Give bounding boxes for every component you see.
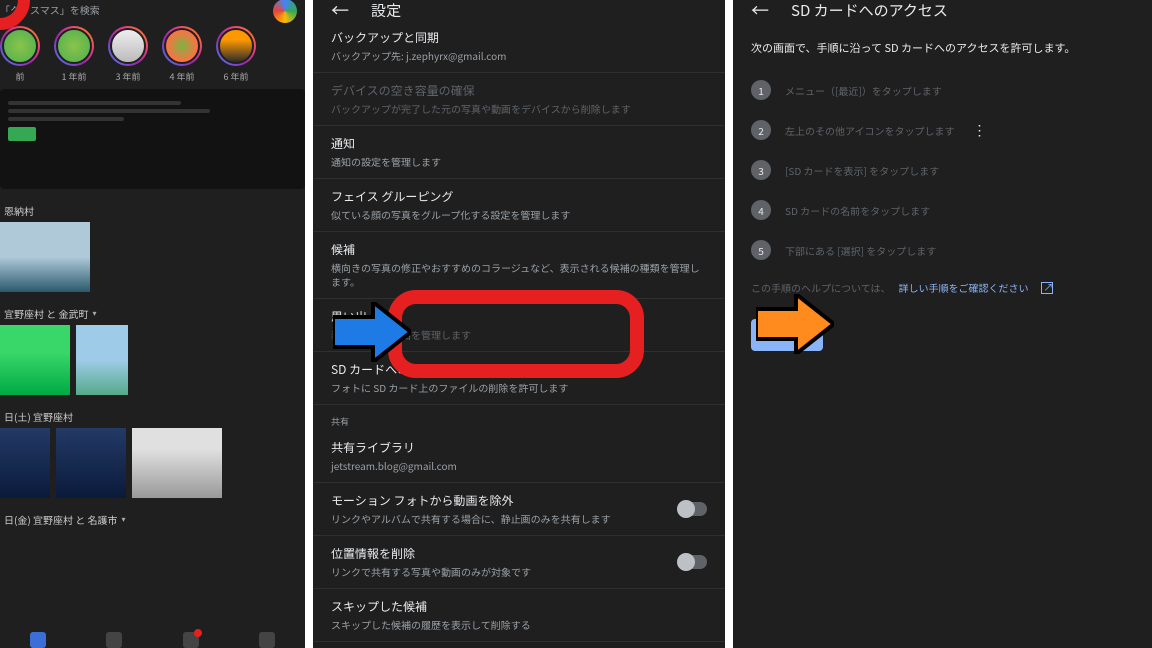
top-bar: 「クリスマス」を検索 xyxy=(0,0,305,16)
settings-group-label: GOOGLE アプリ xyxy=(313,642,725,648)
photos-app-panel: 「クリスマス」を検索 前 1 年前 3 年前 4 年前 6 年前 恩納村 宜野座… xyxy=(0,0,313,648)
settings-item-sub: バックアップが完了した元の写真や動画をデバイスから削除します xyxy=(331,102,707,116)
settings-item-sub: jetstream.blog@gmail.com xyxy=(331,459,707,473)
settings-item-title: 共有ライブラリ xyxy=(331,439,707,456)
settings-item-title: デバイスの空き容量の確保 xyxy=(331,82,707,99)
settings-item-title: バックアップと同期 xyxy=(331,29,707,46)
step-text: メニュー（[最近]）をタップします xyxy=(785,83,942,98)
sd-header: ← SD カードへのアクセス xyxy=(733,0,1152,20)
settings-item-sub: 横向きの写真の修正やおすすめのコラージュなど、表示される候補の種類を管理します。 xyxy=(331,261,707,289)
chevron-down-icon: ▾ xyxy=(121,514,125,525)
settings-item-title: スキップした候補 xyxy=(331,598,707,615)
story-label: 6 年前 xyxy=(223,70,248,83)
settings-item-sub: バックアップ先: j.zephyrx@gmail.com xyxy=(331,49,707,63)
settings-item-remove-location[interactable]: 位置情報を削除 リンクで共有する写真や動画のみが対象です xyxy=(313,536,725,589)
blue-arrow-icon xyxy=(333,302,411,362)
settings-item-title: モーション フォトから動画を除外 xyxy=(331,492,707,509)
settings-item-shared-library[interactable]: 共有ライブラリ jetstream.blog@gmail.com xyxy=(313,430,725,483)
settings-item-face-grouping[interactable]: フェイス グルーピング 似ている顔の写真をグループ化する設定を管理します xyxy=(313,179,725,232)
step-text: [SD カードを表示] をタップします xyxy=(785,163,939,178)
settings-item-suggestions[interactable]: 候補 横向きの写真の修正やおすすめのコラージュなど、表示される候補の種類を管理し… xyxy=(313,232,725,299)
step-text: 下部にある [選択] をタップします xyxy=(785,243,936,258)
nav-search-icon[interactable] xyxy=(106,632,122,648)
section-header: 恩納村 xyxy=(0,197,305,222)
photo-thumb[interactable] xyxy=(76,325,128,395)
orange-arrow-icon xyxy=(756,294,834,354)
story-item[interactable]: 3 年前 xyxy=(108,26,148,83)
settings-item-title: 通知 xyxy=(331,135,707,152)
thumb-row xyxy=(0,222,305,300)
photo-thumb[interactable] xyxy=(0,222,90,292)
photo-thumb[interactable] xyxy=(132,428,222,498)
settings-item-sub: スキップした候補の履歴を表示して削除する xyxy=(331,618,707,632)
step-row: 1 メニュー（[最近]）をタップします xyxy=(751,80,1134,100)
open-external-icon xyxy=(1041,282,1053,294)
settings-item-sub: リンクやアルバムで共有する場合に、静止画のみを共有します xyxy=(331,512,707,526)
thumb-row xyxy=(0,428,305,506)
step-number: 2 xyxy=(751,120,771,140)
story-label: 1 年前 xyxy=(61,70,86,83)
header-title: SD カードへのアクセス xyxy=(791,0,948,21)
hint-link[interactable]: 詳しい手順をご確認ください xyxy=(899,280,1029,295)
story-item[interactable]: 1 年前 xyxy=(54,26,94,83)
settings-item-motion-exclude[interactable]: モーション フォトから動画を除外 リンクやアルバムで共有する場合に、静止画のみを… xyxy=(313,483,725,536)
step-text: 左上のその他アイコンをタップします xyxy=(785,123,955,138)
settings-item-sub: 通知の設定を管理します xyxy=(331,155,707,169)
story-item[interactable]: 6 年前 xyxy=(216,26,256,83)
step-number: 3 xyxy=(751,160,771,180)
settings-item-backup[interactable]: バックアップと同期 バックアップ先: j.zephyrx@gmail.com xyxy=(313,20,725,73)
settings-item-freeup[interactable]: デバイスの空き容量の確保 バックアップが完了した元の写真や動画をデバイスから削除… xyxy=(313,73,725,126)
step-text: SD カードの名前をタップします xyxy=(785,203,930,218)
nav-sharing-icon[interactable] xyxy=(183,632,199,648)
settings-item-sub: フォトに SD カード上のファイルの削除を許可します xyxy=(331,381,707,395)
settings-group-label: 共有 xyxy=(313,405,725,430)
step-row: 3 [SD カードを表示] をタップします xyxy=(751,160,1134,180)
section-header: 宜野座村 と 金武町▾ xyxy=(0,300,305,325)
settings-item-sub: 似ている顔の写真をグループ化する設定を管理します xyxy=(331,208,707,222)
intro-text: 次の画面で、手順に沿って SD カードへのアクセスを許可します。 xyxy=(751,40,1134,56)
step-number: 5 xyxy=(751,240,771,260)
step-number: 4 xyxy=(751,200,771,220)
bottom-nav xyxy=(0,632,305,648)
story-label: 3 年前 xyxy=(115,70,140,83)
story-item[interactable]: 4 年前 xyxy=(162,26,202,83)
thumb-row xyxy=(0,325,305,403)
memories-row: 前 1 年前 3 年前 4 年前 6 年前 xyxy=(0,16,305,85)
toggle-switch[interactable] xyxy=(679,502,707,516)
step-row: 4 SD カードの名前をタップします xyxy=(751,200,1134,220)
step-row: 5 下部にある [選択] をタップします xyxy=(751,240,1134,260)
story-item[interactable]: 前 xyxy=(0,26,40,83)
story-label: 前 xyxy=(15,70,24,83)
settings-header: ← 設定 xyxy=(313,0,725,20)
more-vert-icon: ⋮ xyxy=(973,120,987,140)
hint-row: この手順のヘルプについては、 詳しい手順をご確認ください xyxy=(751,280,1134,295)
header-title: 設定 xyxy=(371,0,401,21)
account-avatar[interactable] xyxy=(273,0,297,23)
search-input[interactable]: 「クリスマス」を検索 xyxy=(0,2,273,17)
settings-item-sub: リンクで共有する写真や動画のみが対象です xyxy=(331,565,707,579)
settings-item-title: SD カードへのアクセス xyxy=(331,361,707,378)
toggle-switch[interactable] xyxy=(679,555,707,569)
photo-thumb[interactable] xyxy=(56,428,126,498)
nav-library-icon[interactable] xyxy=(259,632,275,648)
settings-item-skipped[interactable]: スキップした候補 スキップした候補の履歴を表示して削除する xyxy=(313,589,725,642)
section-header: 日(土) 宜野座村 xyxy=(0,403,305,428)
settings-item-notifications[interactable]: 通知 通知の設定を管理します xyxy=(313,126,725,179)
nav-photos-icon[interactable] xyxy=(30,632,46,648)
back-arrow-icon[interactable]: ← xyxy=(751,0,769,23)
chevron-down-icon: ▾ xyxy=(92,308,96,319)
promo-card[interactable] xyxy=(0,89,305,189)
story-label: 4 年前 xyxy=(169,70,194,83)
settings-item-title: 候補 xyxy=(331,241,707,258)
step-number: 1 xyxy=(751,80,771,100)
settings-item-title: フェイス グルーピング xyxy=(331,188,707,205)
hint-prefix: この手順のヘルプについては、 xyxy=(751,280,891,295)
step-row: 2 左上のその他アイコンをタップします ⋮ xyxy=(751,120,1134,140)
photo-thumb[interactable] xyxy=(0,428,50,498)
photo-thumb[interactable] xyxy=(0,325,70,395)
promo-action-chip[interactable] xyxy=(8,127,36,141)
section-header: 日(金) 宜野座村 と 名護市▾ xyxy=(0,506,305,531)
settings-item-title: 位置情報を削除 xyxy=(331,545,707,562)
